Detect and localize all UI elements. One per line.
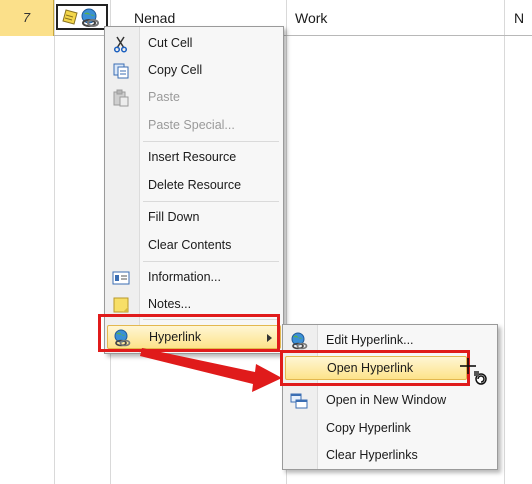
- menu-item-open-hyperlink[interactable]: Open Hyperlink: [285, 356, 467, 380]
- note-indicator-icon: [62, 9, 78, 25]
- next-column-cell[interactable]: N: [514, 10, 524, 26]
- paste-icon: [113, 89, 129, 107]
- menu-item-label: Edit Hyperlink...: [326, 333, 414, 347]
- menu-item-cut-cell[interactable]: Cut Cell: [105, 31, 283, 55]
- submenu-arrow-icon: [267, 334, 272, 342]
- menu-item-label: Cut Cell: [148, 36, 193, 50]
- menu-item-label: Insert Resource: [148, 150, 237, 164]
- menu-separator: [143, 141, 279, 142]
- hyperlink-indicator-icon: [81, 8, 99, 27]
- menu-item-copy-hyperlink[interactable]: Copy Hyperlink: [283, 416, 497, 440]
- resource-name-cell[interactable]: Nenad: [134, 10, 175, 26]
- menu-separator: [143, 201, 279, 202]
- menu-item-label: Notes...: [148, 297, 192, 311]
- menu-item-paste-special[interactable]: Paste Special...: [105, 113, 283, 137]
- menu-item-hyperlink[interactable]: Hyperlink: [107, 325, 281, 349]
- menu-separator: [143, 319, 279, 320]
- menu-item-label: Clear Hyperlinks: [326, 448, 418, 462]
- row-header[interactable]: 7: [0, 0, 54, 36]
- menu-item-label: Paste Special...: [148, 118, 235, 132]
- menu-item-clear-hyperlinks[interactable]: Clear Hyperlinks: [283, 443, 497, 467]
- info-card-icon: [112, 271, 130, 285]
- menu-item-delete-resource[interactable]: Delete Resource: [105, 173, 283, 197]
- menu-item-label: Hyperlink: [149, 330, 202, 344]
- menu-item-label: Fill Down: [148, 210, 200, 224]
- menu-item-fill-down[interactable]: Fill Down: [105, 205, 283, 229]
- hyperlink-globe-icon: [114, 329, 131, 347]
- scissors-icon: [113, 36, 128, 53]
- menu-item-label: Clear Contents: [148, 238, 232, 252]
- grid-line: [504, 0, 505, 484]
- hyperlink-globe-icon: [291, 332, 308, 350]
- new-window-icon: [290, 393, 308, 409]
- note-icon: [113, 297, 129, 313]
- grid-line: [54, 0, 55, 484]
- menu-item-insert-resource[interactable]: Insert Resource: [105, 145, 283, 169]
- menu-item-label: Copy Cell: [148, 63, 203, 77]
- hyperlink-submenu: Edit Hyperlink... Open Hyperlink Open in…: [282, 324, 498, 470]
- menu-item-label: Delete Resource: [148, 178, 242, 192]
- menu-item-open-in-new-window[interactable]: Open in New Window: [283, 388, 497, 412]
- resource-type-cell[interactable]: Work: [295, 10, 327, 26]
- menu-item-information[interactable]: Information...: [105, 265, 283, 289]
- menu-item-label: Information...: [148, 270, 221, 284]
- menu-separator: [143, 261, 279, 262]
- menu-item-copy-cell[interactable]: Copy Cell: [105, 58, 283, 82]
- copy-icon: [113, 63, 129, 79]
- menu-item-notes[interactable]: Notes...: [105, 292, 283, 316]
- menu-item-edit-hyperlink[interactable]: Edit Hyperlink...: [283, 328, 497, 352]
- menu-item-label: Open in New Window: [326, 393, 447, 407]
- context-menu: Cut Cell Copy Cell Paste Paste Special..…: [104, 26, 284, 354]
- indicator-cell[interactable]: [56, 4, 108, 30]
- menu-item-label: Open Hyperlink: [327, 361, 414, 375]
- menu-item-paste[interactable]: Paste: [105, 85, 283, 109]
- menu-item-label: Copy Hyperlink: [326, 421, 411, 435]
- menu-item-label: Paste: [148, 90, 180, 104]
- menu-item-clear-contents[interactable]: Clear Contents: [105, 233, 283, 257]
